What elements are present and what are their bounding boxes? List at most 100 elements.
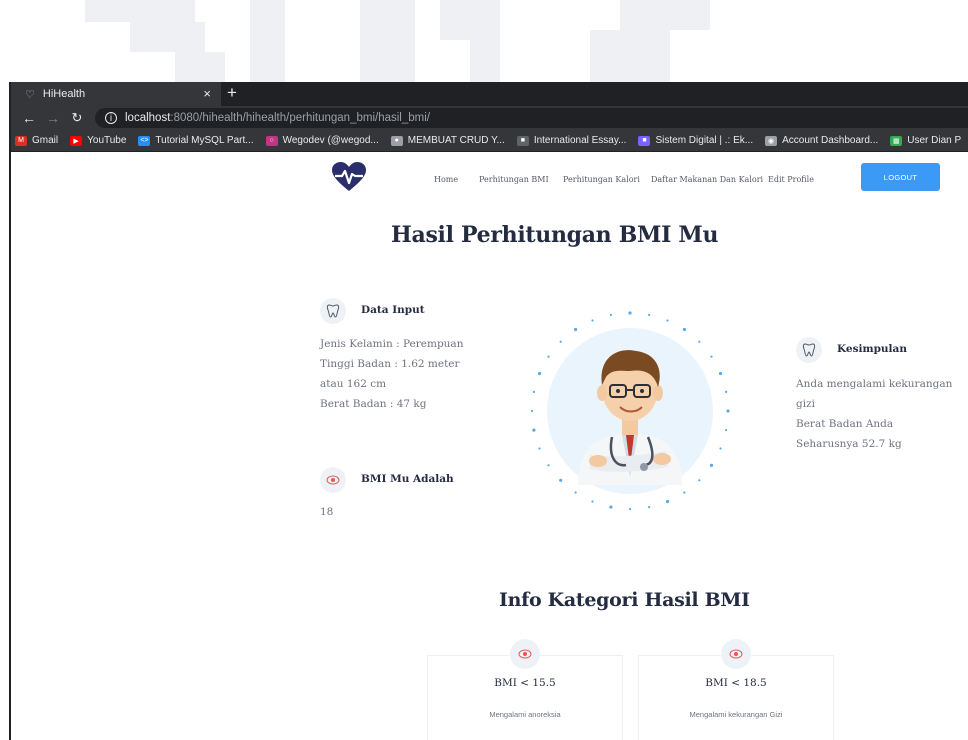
nav-home[interactable]: Home: [434, 175, 458, 184]
ring-dot: [574, 327, 578, 332]
browser-toolbar: ← → ↻ i localhost:8080/hihealth/hihealth…: [11, 106, 968, 130]
ring-dot: [559, 478, 563, 482]
new-tab-button[interactable]: +: [227, 83, 237, 103]
ring-dot: [726, 409, 730, 413]
ring-dot: [609, 505, 613, 509]
kesimpulan-lines: Anda mengalami kekurangan gizi Berat Bad…: [796, 374, 952, 454]
ring-dot: [666, 319, 669, 322]
watermark-block: [440, 0, 500, 40]
watermark-block: [85, 0, 195, 22]
pin-icon: ●: [390, 135, 403, 146]
ring-dot: [648, 506, 651, 509]
ring-dot: [532, 390, 535, 393]
ring-dot: [710, 355, 713, 358]
bookmark-item[interactable]: ▶ YouTube: [70, 135, 126, 146]
kesimpulan-line: gizi: [796, 398, 815, 410]
ring-dot: [665, 499, 670, 504]
nav-perhitungan-kalori[interactable]: Perhitungan Kalori: [563, 175, 640, 184]
card-title: BMI < 18.5: [705, 677, 767, 689]
ring-dot: [547, 355, 550, 358]
youtube-icon: ▶: [70, 135, 83, 146]
eye-icon: [721, 639, 751, 669]
code-icon: <>: [138, 135, 151, 146]
data-input-title: Data Input: [361, 304, 425, 316]
gmail-icon: M: [15, 135, 27, 146]
bmi-value: 18: [320, 506, 334, 518]
nav-daftar-makanan[interactable]: Daftar Makanan Dan Kalori: [651, 175, 763, 184]
bookmark-item[interactable]: ◉ Account Dashboard...: [765, 135, 878, 146]
data-input-line: atau 162 cm: [320, 378, 387, 390]
bookmark-item[interactable]: ■ International Essay...: [516, 135, 627, 146]
forward-arrow-icon[interactable]: →: [43, 110, 63, 126]
bookmark-item[interactable]: ▦ User Dian P: [890, 135, 961, 146]
instagram-icon: ○: [265, 135, 278, 146]
url-path: :8080/hihealth/hihealth/perhitungan_bmi/…: [170, 112, 430, 124]
heart-favicon-icon: ♡: [25, 88, 35, 101]
ring-dot: [530, 409, 534, 413]
data-input-line: Tinggi Badan : 1.62 meter: [320, 358, 460, 370]
globe-icon: ◉: [765, 135, 778, 146]
card-title: BMI < 15.5: [494, 677, 556, 689]
watermark-block: [175, 52, 225, 82]
browser-tab[interactable]: ♡ HiHealth ×: [11, 82, 221, 106]
card-desc: Mengalami kekurangan Gizi: [689, 710, 783, 719]
ring-dot: [559, 340, 562, 343]
ring-dot: [698, 479, 701, 482]
bookmark-label: User Dian P: [907, 135, 962, 146]
bookmark-label: International Essay...: [533, 135, 627, 146]
ring-dot: [628, 507, 632, 511]
bookmark-label: Gmail: [32, 135, 59, 146]
ring-dot: [609, 313, 612, 316]
image-icon: ■: [638, 135, 651, 146]
bookmark-item[interactable]: <> Tutorial MySQL Part...: [138, 135, 254, 146]
tab-strip: ♡ HiHealth × +: [11, 82, 968, 106]
kesimpulan-title: Kesimpulan: [837, 343, 907, 355]
tooth-icon: [796, 337, 822, 363]
address-bar[interactable]: i localhost:8080/hihealth/hihealth/perhi…: [95, 108, 968, 128]
tab-close-icon[interactable]: ×: [203, 86, 211, 101]
watermark-block: [620, 0, 710, 30]
ring-dot: [537, 371, 542, 376]
bookmark-label: Tutorial MySQL Part...: [155, 135, 254, 146]
nav-perhitungan-bmi[interactable]: Perhitungan BMI: [479, 175, 549, 184]
bookmark-item[interactable]: ○ Wegodev (@wegod...: [265, 135, 379, 146]
info-icon[interactable]: i: [105, 112, 117, 124]
bookmark-label: Account Dashboard...: [782, 135, 879, 146]
ring-dot: [725, 390, 728, 393]
page-icon: ■: [516, 135, 529, 146]
ring-dot: [591, 500, 594, 503]
logout-button[interactable]: LOGOUT: [861, 163, 940, 191]
reload-icon[interactable]: ↻: [67, 110, 87, 126]
ring-dot: [709, 463, 714, 467]
bookmark-label: Wegodev (@wegod...: [282, 135, 379, 146]
eye-icon: [510, 639, 540, 669]
ring-dot: [538, 447, 541, 450]
bookmark-item[interactable]: ● MEMBUAT CRUD Y...: [390, 135, 505, 146]
back-arrow-icon[interactable]: ←: [19, 110, 39, 126]
data-input-lines: Jenis Kelamin : Perempuan Tinggi Badan :…: [320, 334, 463, 414]
card-desc: Mengalami anoreksia: [489, 710, 561, 719]
ring-dot: [574, 491, 577, 494]
ring-dot: [628, 311, 632, 315]
bookmark-label: MEMBUAT CRUD Y...: [407, 135, 505, 146]
watermark-block: [130, 22, 205, 52]
url-host: localhost: [125, 112, 171, 124]
ring-dot: [682, 327, 686, 332]
tab-title: HiHealth: [42, 88, 86, 100]
bookmark-label: YouTube: [87, 135, 127, 146]
grid-icon: ▦: [890, 135, 903, 146]
hihealth-logo-icon[interactable]: [332, 162, 366, 192]
bookmark-item[interactable]: ■ Sistem Digital | .: Ek...: [638, 135, 753, 146]
eye-icon: [320, 467, 346, 493]
ring-dot: [532, 428, 536, 432]
browser-window: ♡ HiHealth × + ← → ↻ i localhost:8080/hi…: [9, 82, 968, 740]
bookmark-item[interactable]: M Gmail: [15, 135, 58, 146]
ring-dot: [591, 319, 594, 322]
nav-edit-profile[interactable]: Edit Profile: [768, 175, 814, 184]
info-section-title: Info Kategori Hasil BMI: [499, 589, 750, 611]
page-title: Hasil Perhitungan BMI Mu: [391, 222, 719, 248]
watermark-block: [360, 0, 415, 82]
data-input-line: Jenis Kelamin : Perempuan: [320, 338, 464, 350]
tooth-icon: [320, 298, 346, 324]
watermark-block: [590, 30, 670, 82]
